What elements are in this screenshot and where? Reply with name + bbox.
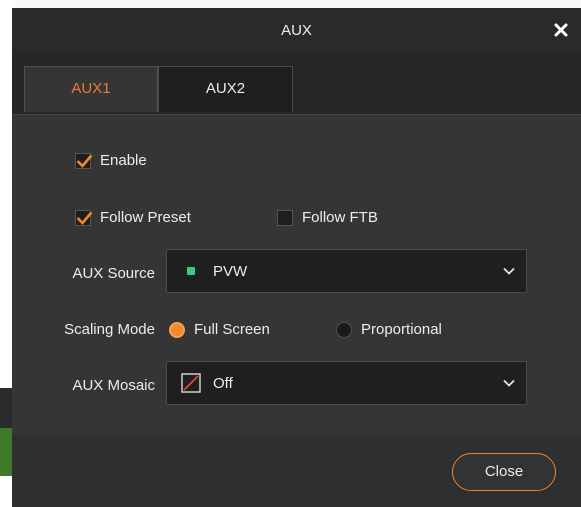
background-strip-green — [0, 428, 12, 476]
full-screen-label: Full Screen — [194, 321, 270, 338]
aux-dialog: AUX AUX1 AUX2 Enable Follow Preset Follo… — [12, 8, 581, 507]
checkbox-box — [277, 209, 293, 226]
follow-ftb-label: Follow FTB — [302, 209, 378, 226]
chevron-down-icon — [503, 267, 515, 275]
mosaic-off-icon — [181, 373, 201, 393]
aux-source-value: PVW — [213, 263, 248, 280]
title-bar: AUX — [12, 8, 581, 55]
aux-mosaic-value: Off — [213, 375, 233, 392]
aux-source-select[interactable]: PVW — [166, 249, 527, 293]
checkbox-box — [75, 209, 93, 226]
check-icon — [76, 154, 93, 168]
chevron-down-icon — [503, 379, 515, 387]
radio-unselected-icon — [336, 321, 352, 338]
close-icon[interactable] — [551, 20, 571, 40]
enable-label: Enable — [100, 152, 147, 169]
tab-aux1[interactable]: AUX1 — [24, 66, 158, 112]
check-icon — [76, 211, 93, 225]
aux-source-label: AUX Source — [72, 265, 155, 282]
radio-selected-icon — [169, 321, 185, 338]
dialog-footer: Close — [12, 435, 581, 507]
source-indicator-icon — [187, 267, 195, 275]
follow-preset-checkbox[interactable]: Follow Preset — [75, 209, 191, 226]
aux-mosaic-select[interactable]: Off — [166, 361, 527, 405]
proportional-radio[interactable]: Proportional — [336, 321, 442, 338]
aux-mosaic-label: AUX Mosaic — [72, 377, 155, 394]
tab-bar: AUX1 AUX2 — [12, 54, 581, 114]
close-button[interactable]: Close — [452, 453, 556, 491]
checkbox-box — [75, 152, 93, 169]
scaling-mode-label: Scaling Mode — [64, 321, 155, 338]
settings-panel: Enable Follow Preset Follow FTB AUX Sour… — [12, 114, 581, 436]
follow-ftb-checkbox[interactable]: Follow FTB — [277, 209, 378, 226]
tab-aux2[interactable]: AUX2 — [158, 66, 293, 112]
background-strip — [0, 388, 12, 428]
dialog-title: AUX — [281, 22, 312, 39]
follow-preset-label: Follow Preset — [100, 209, 191, 226]
proportional-label: Proportional — [361, 321, 442, 338]
full-screen-radio[interactable]: Full Screen — [169, 321, 270, 338]
enable-checkbox[interactable]: Enable — [75, 152, 147, 169]
